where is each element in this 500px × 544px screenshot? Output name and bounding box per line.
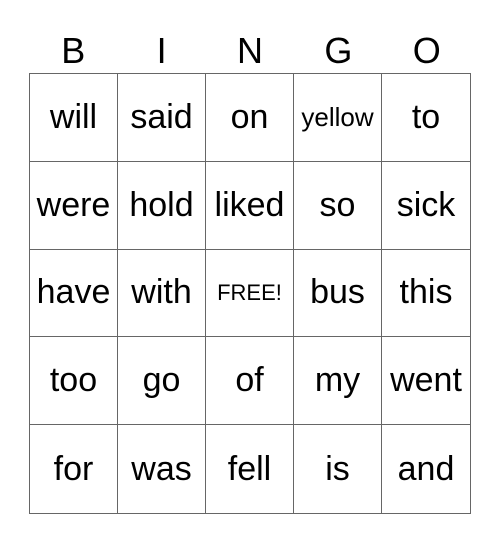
bingo-cell[interactable]: for: [30, 425, 118, 513]
bingo-cell[interactable]: sick: [382, 162, 470, 250]
bingo-cell[interactable]: was: [118, 425, 206, 513]
header-letter-g: G: [324, 30, 353, 71]
bingo-cell[interactable]: is: [294, 425, 382, 513]
bingo-cell[interactable]: were: [30, 161, 118, 250]
bingo-cell[interactable]: yellow: [294, 74, 382, 162]
bingo-cell[interactable]: this: [382, 250, 470, 338]
bingo-cell[interactable]: bus: [294, 249, 382, 338]
header-letter-o: O: [412, 30, 441, 71]
bingo-cell[interactable]: my: [294, 337, 382, 426]
bingo-cell[interactable]: liked: [206, 161, 294, 250]
bingo-cell[interactable]: will: [30, 74, 118, 162]
bingo-header: B I N G O: [29, 30, 471, 72]
bingo-cell[interactable]: with: [118, 249, 206, 338]
bingo-cell[interactable]: and: [382, 425, 470, 513]
bingo-cell[interactable]: too: [30, 337, 118, 426]
header-letter-n: N: [236, 30, 263, 71]
bingo-cell[interactable]: to: [382, 74, 470, 162]
free-space-cell[interactable]: FREE!: [206, 249, 294, 338]
bingo-cell[interactable]: on: [206, 74, 294, 162]
header-letter-b: B: [61, 30, 86, 71]
bingo-cell[interactable]: went: [382, 337, 470, 426]
bingo-cell[interactable]: said: [118, 74, 206, 162]
bingo-cell[interactable]: so: [294, 161, 382, 250]
header-letter-i: I: [156, 30, 167, 71]
bingo-cell[interactable]: have: [30, 249, 118, 338]
bingo-grid: will said on yellow to were hold liked s…: [29, 73, 471, 514]
bingo-cell[interactable]: hold: [118, 161, 206, 250]
bingo-cell[interactable]: of: [206, 337, 294, 426]
bingo-cell[interactable]: fell: [206, 425, 294, 513]
bingo-cell[interactable]: go: [118, 337, 206, 426]
